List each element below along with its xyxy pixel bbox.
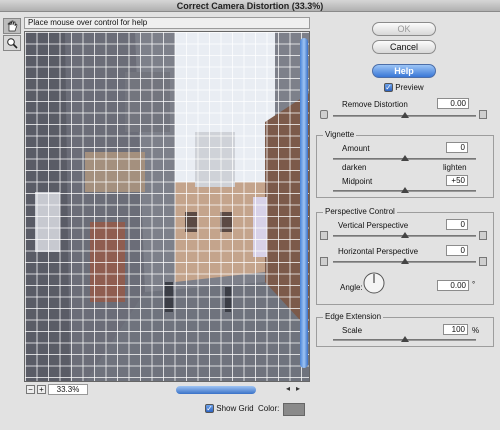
- grid-overlay: [25, 32, 309, 381]
- window-title: Correct Camera Distortion (33.3%): [0, 0, 500, 12]
- cancel-button[interactable]: Cancel: [372, 40, 436, 54]
- zoom-tool-button[interactable]: [3, 35, 21, 51]
- scale-field[interactable]: 100: [443, 324, 468, 335]
- scale-label: Scale: [342, 326, 363, 335]
- angle-dial[interactable]: [363, 272, 385, 294]
- angle-label: Angle:: [340, 283, 363, 292]
- preview-checkbox[interactable]: ✓: [384, 83, 393, 93]
- vignette-midpoint-label: Midpoint: [342, 177, 373, 186]
- scale-unit: %: [472, 326, 480, 335]
- vignette-amount-field[interactable]: 0: [446, 142, 468, 153]
- vertical-perspective-thumb[interactable]: [400, 232, 409, 238]
- grid-color-swatch[interactable]: [283, 403, 305, 416]
- remove-distortion-thumb[interactable]: [400, 112, 409, 118]
- edge-extension-title: Edge Extension: [323, 312, 384, 321]
- remove-distortion-field[interactable]: 0.00: [437, 98, 469, 109]
- zoom-out-button[interactable]: −: [26, 385, 35, 394]
- vignette-midpoint-thumb[interactable]: [400, 187, 409, 193]
- scroll-left-icon[interactable]: ◂: [286, 384, 290, 393]
- preview-label: Preview: [395, 83, 424, 92]
- help-status-bar: Place mouse over control for help: [24, 17, 310, 29]
- vertical-perspective-left-icon: [320, 231, 328, 240]
- barrel-icon: [479, 110, 487, 119]
- vertical-perspective-right-icon: [479, 231, 487, 240]
- ok-button[interactable]: OK: [372, 22, 436, 36]
- angle-field[interactable]: 0.00: [437, 280, 469, 291]
- lighten-label: lighten: [443, 163, 467, 172]
- vignette-amount-label: Amount: [342, 144, 370, 153]
- zoom-bar: − + 33.3% ◂ ▸: [24, 384, 310, 396]
- vignette-midpoint-field[interactable]: +50: [446, 175, 468, 186]
- scroll-right-icon[interactable]: ▸: [296, 384, 300, 393]
- horizontal-perspective-thumb[interactable]: [400, 258, 409, 264]
- perspective-title: Perspective Control: [323, 207, 397, 216]
- scale-thumb[interactable]: [400, 336, 409, 342]
- preview-control[interactable]: ✓ Preview: [384, 83, 424, 93]
- vertical-scrollbar[interactable]: [300, 38, 308, 368]
- show-grid-checkbox[interactable]: ✓: [205, 404, 214, 414]
- horizontal-scrollbar[interactable]: [176, 386, 256, 394]
- show-grid-label: Show Grid: [216, 404, 254, 413]
- vertical-perspective-label: Vertical Perspective: [338, 221, 409, 230]
- horizontal-perspective-label: Horizontal Perspective: [338, 247, 419, 256]
- help-button[interactable]: Help: [372, 64, 436, 78]
- darken-label: darken: [342, 163, 367, 172]
- show-grid-control[interactable]: ✓ Show Grid: [205, 404, 254, 414]
- vertical-perspective-field[interactable]: 0: [446, 219, 468, 230]
- preview-canvas[interactable]: [24, 31, 310, 382]
- horizontal-perspective-left-icon: [320, 257, 328, 266]
- zoom-in-button[interactable]: +: [37, 385, 46, 394]
- horizontal-perspective-right-icon: [479, 257, 487, 266]
- pincushion-icon: [320, 110, 328, 119]
- zoom-icon: [7, 38, 18, 49]
- tool-palette: [3, 18, 21, 52]
- hand-tool-button[interactable]: [3, 18, 21, 34]
- horizontal-perspective-field[interactable]: 0: [446, 245, 468, 256]
- color-label: Color:: [258, 404, 280, 413]
- vignette-title: Vignette: [323, 130, 357, 139]
- remove-distortion-label: Remove Distortion: [342, 100, 408, 109]
- hand-icon: [7, 20, 18, 32]
- vignette-amount-thumb[interactable]: [400, 155, 409, 161]
- zoom-level-field[interactable]: 33.3%: [48, 384, 88, 395]
- angle-unit: °: [472, 280, 476, 289]
